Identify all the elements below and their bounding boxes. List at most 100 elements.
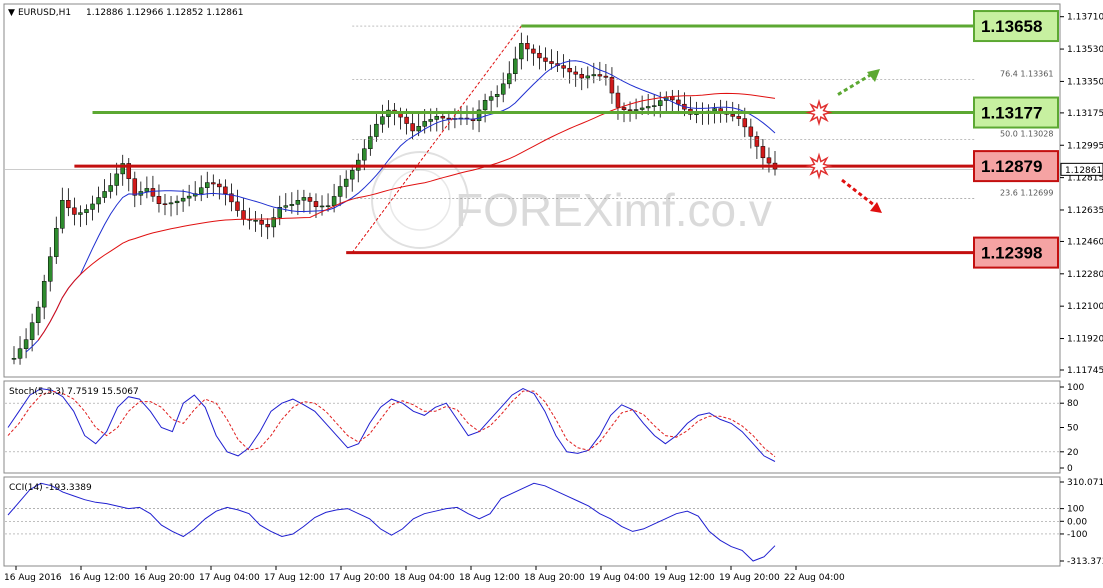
candle-body — [440, 116, 446, 119]
candle-body — [90, 203, 95, 210]
osc-tick-label: 20 — [1067, 448, 1079, 458]
time-tick-label: 17 Aug 20:00 — [329, 573, 390, 583]
time-tick-label: 16 Aug 20:00 — [134, 573, 195, 583]
candle-body — [108, 185, 113, 192]
candle-body — [422, 121, 427, 127]
osc-tick-label: -100 — [1067, 530, 1088, 540]
price-tick-label: 1.12635 — [1067, 206, 1103, 216]
candle-body — [633, 109, 639, 111]
candle-body — [621, 107, 627, 110]
osc-tick-label: 310.0714 — [1067, 478, 1103, 488]
candle-body — [295, 200, 301, 205]
candle-body — [168, 202, 174, 205]
osc-tick-label: 80 — [1067, 399, 1079, 409]
candle-body — [41, 281, 47, 308]
candle-body — [156, 196, 162, 204]
candle-body — [150, 188, 156, 197]
candle-body — [253, 220, 258, 222]
candle-body — [730, 114, 735, 117]
candle-body — [29, 322, 35, 340]
candle-body — [54, 228, 59, 257]
candle-body — [35, 306, 41, 323]
candle-body — [579, 74, 584, 79]
candle-body — [331, 196, 337, 206]
candle-body — [259, 220, 264, 225]
watermark-text: FOREXimf.co.v — [455, 184, 772, 236]
time-tick-label: 18 Aug 12:00 — [459, 573, 520, 583]
time-tick-label: 16 Aug 2016 — [4, 573, 62, 583]
candle-body — [537, 52, 542, 59]
candle-body — [313, 201, 319, 208]
candle-body — [241, 210, 246, 220]
time-tick-label: 19 Aug 04:00 — [589, 573, 650, 583]
candle-body — [362, 148, 367, 161]
symbol-dropdown-icon[interactable]: ▼ — [8, 8, 15, 18]
candle-body — [549, 61, 554, 64]
candle-body — [573, 71, 578, 75]
candle-body — [198, 187, 204, 194]
candle-body — [283, 205, 289, 208]
candle-body — [585, 75, 591, 79]
candle-body — [186, 195, 192, 199]
ohlc-readout: 1.12886 1.12966 1.12852 1.12861 — [86, 8, 243, 18]
candle-body — [319, 205, 325, 208]
time-tick-label: 17 Aug 04:00 — [199, 573, 260, 583]
candle-body — [651, 105, 657, 107]
candle-body — [519, 43, 524, 60]
time-tick-label: 19 Aug 20:00 — [719, 573, 780, 583]
price-tick-label: 1.12280 — [1067, 270, 1103, 280]
candle-body — [712, 108, 717, 112]
chart-canvas[interactable]: ▼ EURUSD,H1 1.12886 1.12966 1.12852 1.12… — [0, 0, 1103, 588]
candle-body — [11, 358, 17, 360]
candle-body — [132, 178, 138, 196]
breakout-star-icon — [805, 98, 833, 127]
current-price-label: 1.12861 — [1065, 166, 1102, 176]
price-tick-label: 1.11920 — [1067, 335, 1103, 345]
candle-body — [211, 182, 216, 185]
fib-level-label: 76.4 1.13361 — [1000, 69, 1053, 78]
stoch-title: Stoch(5,3,3) 7.7519 15.5067 — [9, 387, 139, 397]
candle-body — [84, 209, 89, 213]
time-tick-label: 16 Aug 12:00 — [69, 573, 130, 583]
candle-body — [337, 186, 343, 197]
cci-title: CCI(14) -193.3389 — [9, 483, 92, 493]
candle-body — [670, 96, 675, 101]
candle-body — [748, 126, 754, 137]
candle-body — [410, 123, 415, 132]
candle-body — [760, 146, 766, 159]
candle-body — [627, 109, 633, 111]
candle-body — [404, 116, 409, 124]
level-label-text: 1.13658 — [981, 17, 1042, 36]
candle-body — [543, 57, 548, 62]
fib-level-label: 23.6 1.12699 — [1000, 188, 1053, 197]
star-shape — [805, 152, 833, 180]
price-tick-label: 1.12100 — [1067, 302, 1103, 312]
osc-tick-label: -313.3734 — [1067, 557, 1103, 567]
candle-body — [742, 118, 748, 128]
candle-body — [102, 191, 107, 198]
candle-body — [265, 224, 270, 228]
candle-body — [325, 205, 331, 207]
candle-body — [507, 73, 512, 85]
price-tick-label: 1.11745 — [1067, 366, 1103, 376]
price-tick-label: 1.12460 — [1067, 237, 1103, 247]
candle-body — [180, 197, 186, 202]
osc-tick-label: 0 — [1067, 464, 1073, 474]
time-tick-label: 17 Aug 12:00 — [264, 573, 325, 583]
candle-body — [205, 182, 210, 188]
candle-body — [301, 197, 307, 201]
breakout-star-icon — [805, 152, 833, 180]
candle-body — [174, 200, 180, 204]
candle-body — [434, 116, 440, 120]
time-tick-label: 22 Aug 04:00 — [784, 573, 845, 583]
candle-body — [289, 204, 295, 206]
candle-body — [23, 339, 29, 349]
fib-level-label: 50.0 1.13028 — [1000, 129, 1053, 138]
candle-body — [416, 125, 421, 132]
candle-body — [591, 74, 597, 77]
candle-body — [531, 48, 536, 54]
candle-body — [657, 100, 663, 106]
candle-body — [368, 136, 373, 149]
candle-body — [488, 96, 494, 101]
price-tick-label: 1.13530 — [1067, 45, 1103, 55]
